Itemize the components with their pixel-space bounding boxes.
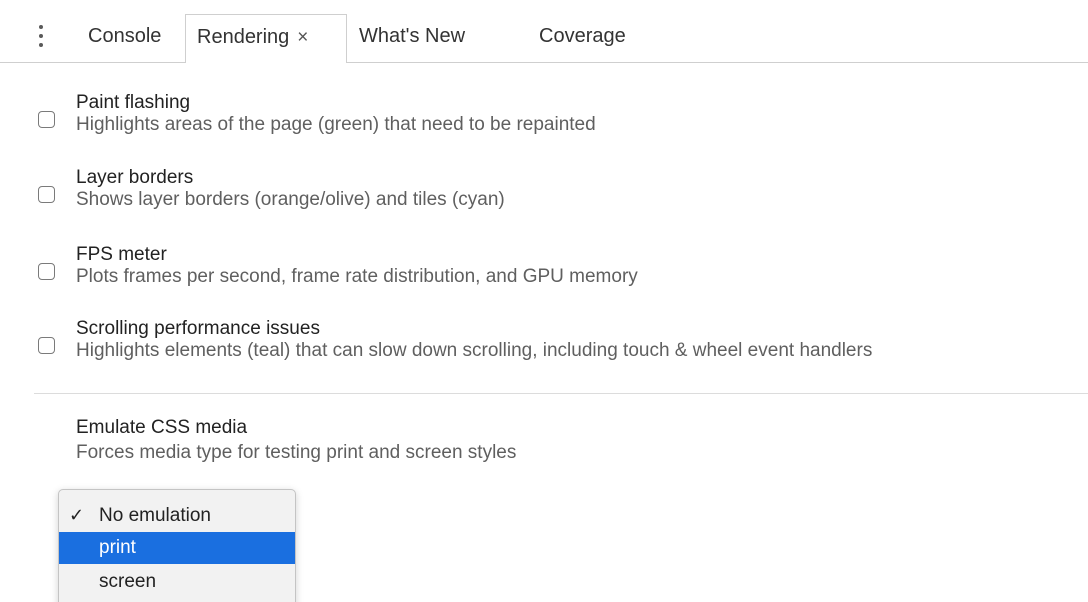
layer-borders-checkbox[interactable]: [38, 186, 55, 203]
option-title: FPS meter: [76, 244, 167, 265]
tab-label: Console: [88, 25, 162, 47]
scrolling-performance-checkbox[interactable]: [38, 337, 55, 354]
option-title: Paint flashing: [76, 92, 191, 113]
tab-rendering[interactable]: Rendering ×: [185, 14, 347, 63]
tab-label: Rendering: [197, 26, 290, 48]
kebab-dot: [39, 34, 43, 38]
tab-bar: Console Rendering × What's New Coverage: [0, 0, 1088, 63]
media-type-dropdown-menu[interactable]: ✓ No emulation print screen: [58, 489, 296, 602]
option-title: Layer borders: [76, 167, 194, 188]
tab-label: What's New: [359, 25, 466, 47]
close-icon[interactable]: ×: [297, 16, 308, 60]
section-divider: [34, 393, 1088, 394]
tab-whats-new[interactable]: What's New: [359, 14, 465, 62]
tab-coverage[interactable]: Coverage: [539, 14, 626, 62]
menu-item-print[interactable]: print: [59, 532, 295, 564]
option-description: Highlights elements (teal) that can slow…: [76, 340, 873, 361]
menu-item-label: screen: [99, 571, 157, 592]
option-description: Highlights areas of the page (green) tha…: [76, 114, 596, 135]
option-description: Shows layer borders (orange/olive) and t…: [76, 189, 505, 210]
kebab-dot: [39, 25, 43, 29]
option-description: Plots frames per second, frame rate dist…: [76, 266, 638, 287]
tab-console[interactable]: Console: [88, 14, 161, 62]
menu-item-no-emulation[interactable]: ✓ No emulation: [59, 500, 295, 532]
emulate-media-title: Emulate CSS media: [76, 417, 248, 438]
option-title: Scrolling performance issues: [76, 318, 320, 339]
rendering-panel: Console Rendering × What's New Coverage P…: [0, 0, 1088, 602]
emulate-media-description: Forces media type for testing print and …: [76, 442, 517, 463]
menu-item-screen[interactable]: screen: [59, 566, 295, 598]
fps-meter-checkbox[interactable]: [38, 263, 55, 280]
kebab-dot: [39, 43, 43, 47]
more-vertical-icon[interactable]: [30, 22, 52, 50]
menu-item-label: No emulation: [99, 505, 211, 526]
checkmark-icon: ✓: [69, 505, 85, 526]
menu-item-label: print: [99, 537, 136, 558]
paint-flashing-checkbox[interactable]: [38, 111, 55, 128]
tab-label: Coverage: [539, 25, 626, 47]
